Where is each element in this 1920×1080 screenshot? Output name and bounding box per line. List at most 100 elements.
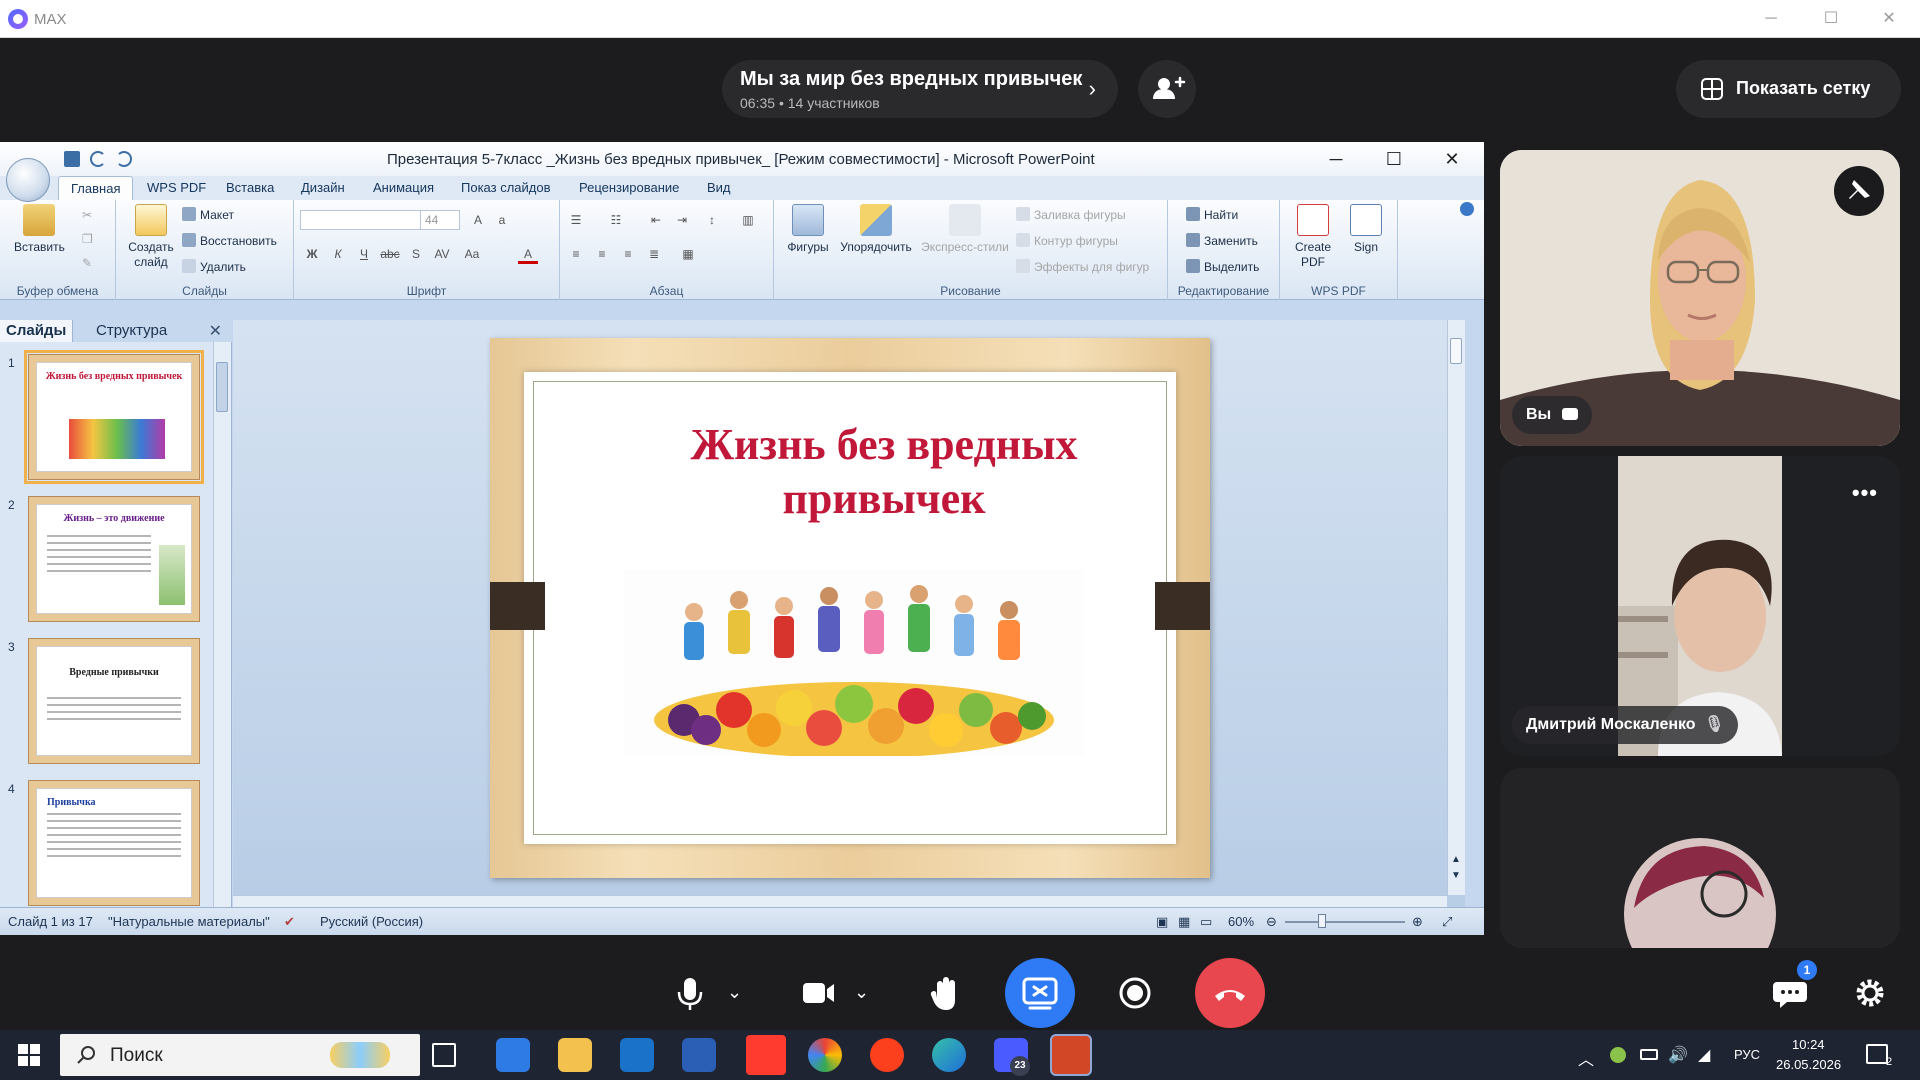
next-slide-icon[interactable]: ▼ xyxy=(1451,870,1461,881)
zoom-slider[interactable] xyxy=(1285,921,1405,923)
microphone-options-chevron-icon[interactable]: ⌄ xyxy=(727,982,745,1002)
italic-icon[interactable]: К xyxy=(328,244,348,264)
ppt-maximize-button[interactable]: ☐ xyxy=(1372,146,1416,172)
new-slide-button[interactable]: Создать слайд xyxy=(124,204,178,270)
find-button[interactable]: Найти xyxy=(1186,206,1238,224)
shape-outline-button[interactable]: Контур фигуры xyxy=(1016,232,1118,250)
canvas-scroll-thumb[interactable] xyxy=(1450,338,1462,364)
tab-animation[interactable]: Анимация xyxy=(373,176,434,200)
clock-date[interactable]: 26.05.2026 xyxy=(1776,1057,1841,1072)
participant-tile-self[interactable]: Вы xyxy=(1500,150,1900,446)
tab-outline[interactable]: Структура xyxy=(90,320,173,342)
input-language[interactable]: РУС xyxy=(1734,1047,1760,1062)
shrink-font-icon[interactable]: a xyxy=(492,210,512,230)
edge-app-icon[interactable] xyxy=(932,1038,966,1072)
line-spacing-icon[interactable]: ↕ xyxy=(702,210,722,230)
font-color-icon[interactable]: A xyxy=(518,244,538,264)
more-options-icon[interactable]: ••• xyxy=(1852,480,1878,506)
taskbar-search[interactable]: Поиск xyxy=(60,1034,420,1076)
current-slide[interactable]: Жизнь без вредных привычек xyxy=(490,338,1210,878)
add-participant-button[interactable] xyxy=(1138,60,1196,118)
chat-button[interactable]: 1 xyxy=(1755,958,1825,1028)
bullets-icon[interactable]: ☰ xyxy=(566,210,586,230)
settings-button[interactable] xyxy=(1835,958,1905,1028)
ppt-close-button[interactable]: ✕ xyxy=(1430,146,1474,172)
spacing-icon[interactable]: AV xyxy=(432,244,452,264)
microphone-button[interactable] xyxy=(655,958,725,1028)
tray-app-icon[interactable] xyxy=(1610,1047,1626,1063)
select-button[interactable]: Выделить xyxy=(1186,258,1259,276)
decrease-indent-icon[interactable]: ⇤ xyxy=(646,210,666,230)
create-pdf-button[interactable]: Create PDF xyxy=(1288,204,1338,270)
network-icon[interactable]: ◢ xyxy=(1698,1045,1710,1065)
participant-tile-dmitry[interactable]: ••• Дмитрий Москаленко 🎙 xyxy=(1500,456,1900,756)
tab-review[interactable]: Рецензирование xyxy=(579,176,679,200)
help-icon[interactable] xyxy=(1460,202,1474,216)
yandex-app-icon[interactable] xyxy=(870,1038,904,1072)
align-left-icon[interactable]: ≡ xyxy=(566,244,586,264)
panel-scrollbar[interactable] xyxy=(213,342,231,907)
zoom-out-icon[interactable]: ⊖ xyxy=(1266,914,1277,930)
sorter-view-icon[interactable]: ▦ xyxy=(1178,914,1190,930)
tab-slideshow[interactable]: Показ слайдов xyxy=(461,176,551,200)
format-painter-icon[interactable]: ✎ xyxy=(82,254,92,272)
yandex-browser-icon[interactable] xyxy=(746,1035,786,1075)
slide-photo[interactable] xyxy=(624,570,1084,756)
quick-styles-button[interactable]: Экспресс-стили xyxy=(918,204,1012,255)
panel-scroll-thumb[interactable] xyxy=(216,362,228,412)
shape-fill-button[interactable]: Заливка фигуры xyxy=(1016,206,1126,224)
align-right-icon[interactable]: ≡ xyxy=(618,244,638,264)
shapes-button[interactable]: Фигуры xyxy=(784,204,832,255)
replace-button[interactable]: Заменить xyxy=(1186,232,1258,250)
cut-icon[interactable]: ✂ xyxy=(82,206,92,224)
end-call-button[interactable] xyxy=(1195,958,1265,1028)
increase-indent-icon[interactable]: ⇥ xyxy=(672,210,692,230)
undo-icon[interactable] xyxy=(90,151,106,167)
zoom-slider-knob[interactable] xyxy=(1318,914,1326,928)
paste-button[interactable]: Вставить xyxy=(14,204,65,255)
slideshow-view-icon[interactable]: ▭ xyxy=(1200,914,1212,930)
slide-canvas[interactable]: Жизнь без вредных привычек ▲ ▼ xyxy=(233,320,1465,907)
normal-view-icon[interactable]: ▣ xyxy=(1156,914,1168,930)
tab-wps-pdf[interactable]: WPS PDF xyxy=(147,176,206,200)
minimize-button[interactable]: ─ xyxy=(1748,4,1794,34)
stop-screen-share-button[interactable] xyxy=(1005,958,1075,1028)
canvas-horizontal-scrollbar[interactable] xyxy=(233,895,1447,907)
sign-button[interactable]: Sign xyxy=(1344,204,1388,255)
tab-design[interactable]: Дизайн xyxy=(301,176,345,200)
chrome-app-icon[interactable] xyxy=(808,1038,842,1072)
slide-title[interactable]: Жизнь без вредных привычек xyxy=(654,418,1114,526)
tab-view[interactable]: Вид xyxy=(707,176,731,200)
bold-icon[interactable]: Ж xyxy=(302,244,322,264)
maximize-button[interactable]: ☐ xyxy=(1808,4,1854,34)
camera-options-chevron-icon[interactable]: ⌄ xyxy=(854,982,872,1002)
delete-slide-button[interactable]: Удалить xyxy=(182,258,246,276)
pin-button[interactable] xyxy=(1834,166,1884,216)
column-layout-icon[interactable]: ▦ xyxy=(678,244,698,264)
grow-font-icon[interactable]: A xyxy=(468,210,488,230)
tray-overflow-icon[interactable]: ︿ xyxy=(1578,1046,1594,1070)
record-button[interactable] xyxy=(1100,958,1170,1028)
spellcheck-icon[interactable]: ✔ xyxy=(284,914,295,930)
justify-icon[interactable]: ≣ xyxy=(644,244,664,264)
clock-time[interactable]: 10:24 xyxy=(1792,1037,1825,1052)
explorer-app-icon[interactable] xyxy=(558,1038,592,1072)
redo-icon[interactable] xyxy=(116,151,132,167)
zoom-level[interactable]: 60% xyxy=(1228,914,1254,929)
windows-start-icon[interactable] xyxy=(18,1044,40,1066)
close-button[interactable]: ✕ xyxy=(1866,4,1912,34)
ppt-minimize-button[interactable]: ─ xyxy=(1314,146,1358,172)
close-panel-icon[interactable]: ✕ xyxy=(209,321,222,341)
tab-insert[interactable]: Вставка xyxy=(226,176,274,200)
call-info-button[interactable]: Мы за мир без вредных привычек 06:35 • 1… xyxy=(722,60,1118,118)
camera-button[interactable] xyxy=(782,958,852,1028)
word-app-icon[interactable] xyxy=(682,1038,716,1072)
shadow-icon[interactable]: S xyxy=(406,244,426,264)
strikethrough-icon[interactable]: abc xyxy=(380,244,400,264)
outlook-app-icon[interactable] xyxy=(620,1038,654,1072)
prev-slide-icon[interactable]: ▲ xyxy=(1451,854,1461,865)
canvas-vertical-scrollbar[interactable]: ▲ ▼ xyxy=(1447,320,1465,895)
language-indicator[interactable]: Русский (Россия) xyxy=(320,914,423,929)
zoom-in-icon[interactable]: ⊕ xyxy=(1412,914,1423,930)
numbering-icon[interactable]: ☷ xyxy=(606,210,626,230)
